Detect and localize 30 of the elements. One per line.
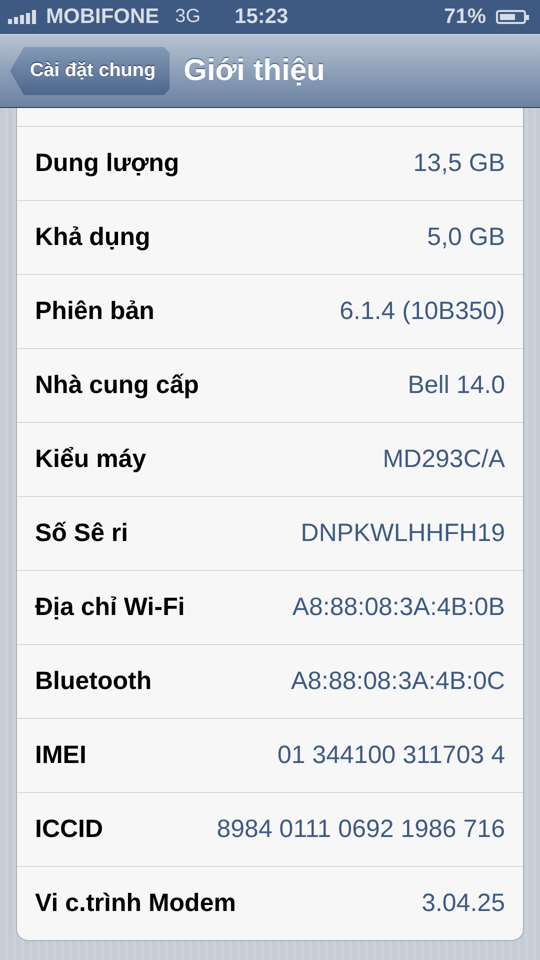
row-label: Kiểu máy [35, 445, 146, 474]
row-value: MD293C/A [382, 445, 505, 474]
row-label: Bluetooth [35, 667, 152, 696]
row-label: Khả dụng [35, 223, 150, 252]
row-value: 13,5 GB [413, 149, 505, 178]
carrier-name: MOBIFONE [46, 5, 160, 29]
row-label: Số Sê ri [35, 519, 128, 548]
row-label: IMEI [35, 741, 86, 770]
signal-icon [8, 10, 36, 24]
row-value: A8:88:08:3A:4B:0B [292, 593, 505, 622]
row-value: DNPKWLHHFH19 [300, 519, 505, 548]
row-value: A8:88:08:3A:4B:0C [290, 667, 505, 696]
row-label: ICCID [35, 815, 104, 844]
row-label: Địa chỉ Wi-Fi [35, 593, 185, 622]
row-value: 01 344100 311703 4 [277, 741, 505, 770]
screen-title: Giới thiệu [184, 54, 325, 88]
row-value: 6.1.4 (10B350) [340, 297, 505, 326]
clock: 15:23 [234, 5, 288, 29]
row-value: 8984 0111 0692 1986 716 [216, 815, 505, 844]
row-label: Nhà cung cấp [35, 371, 199, 400]
network-type: 3G [175, 6, 201, 28]
battery-percent: 71% [444, 5, 486, 29]
back-button[interactable]: Cài đặt chung [10, 47, 170, 95]
row-label: Phiên bản [35, 297, 154, 326]
row-value: 3.04.25 [422, 889, 505, 918]
row-label: Dung lượng [35, 149, 180, 178]
row-label: Vi c.trình Modem [35, 889, 236, 918]
battery-icon [496, 10, 526, 24]
row-value: Bell 14.0 [408, 371, 505, 400]
row-value: 5,0 GB [427, 223, 505, 252]
